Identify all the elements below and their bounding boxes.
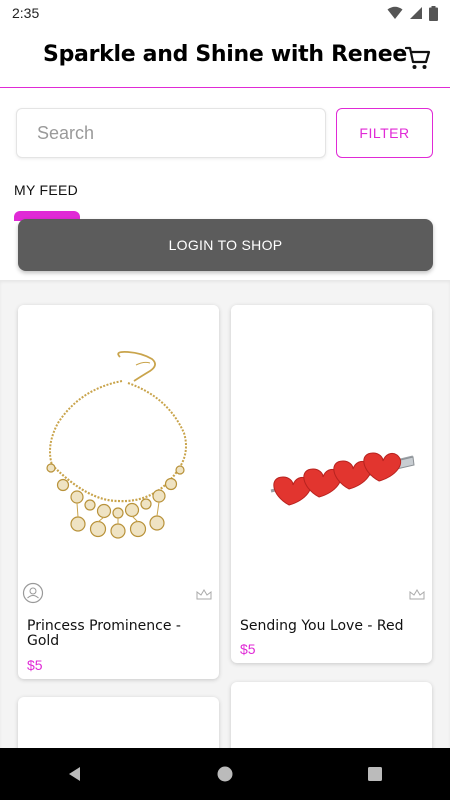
product-card[interactable] xyxy=(231,682,432,748)
cart-icon[interactable] xyxy=(404,44,432,72)
back-icon xyxy=(69,767,80,781)
system-nav-bar xyxy=(0,748,450,800)
battery-icon xyxy=(429,5,438,21)
search-input[interactable] xyxy=(16,108,326,158)
product-price: $5 xyxy=(27,657,43,673)
status-time: 2:35 xyxy=(12,5,40,21)
product-card[interactable]: Princess Prominence - Gold $5 xyxy=(18,305,219,679)
seller-avatar-icon[interactable] xyxy=(22,582,44,604)
wifi-icon xyxy=(387,6,403,19)
recents-icon xyxy=(368,767,382,781)
crown-icon xyxy=(196,589,212,600)
home-button[interactable] xyxy=(195,748,255,800)
product-card[interactable] xyxy=(18,697,219,748)
tab-my-feed[interactable]: MY FEED xyxy=(14,182,78,198)
product-name: Princess Prominence - Gold xyxy=(27,618,181,649)
login-to-shop-button[interactable]: LOGIN TO SHOP xyxy=(18,219,433,271)
crown-icon xyxy=(409,589,425,600)
recents-button[interactable] xyxy=(345,748,405,800)
filter-button[interactable]: FILTER xyxy=(336,108,433,158)
signal-icon xyxy=(410,7,422,19)
product-image-hair-clip xyxy=(231,305,432,605)
home-icon xyxy=(217,766,233,782)
page-title: Sparkle and Shine with Renee xyxy=(43,42,407,67)
app-header: Sparkle and Shine with Renee xyxy=(0,26,450,88)
status-bar: 2:35 xyxy=(0,0,450,26)
product-card[interactable]: Sending You Love - Red $5 xyxy=(231,305,432,663)
back-button[interactable] xyxy=(45,748,105,800)
product-feed: Princess Prominence - Gold $5 Sending Yo… xyxy=(0,280,450,748)
product-image-necklace xyxy=(18,305,219,605)
status-icons xyxy=(387,5,438,21)
product-name: Sending You Love - Red xyxy=(240,618,404,634)
product-price: $5 xyxy=(240,641,256,657)
